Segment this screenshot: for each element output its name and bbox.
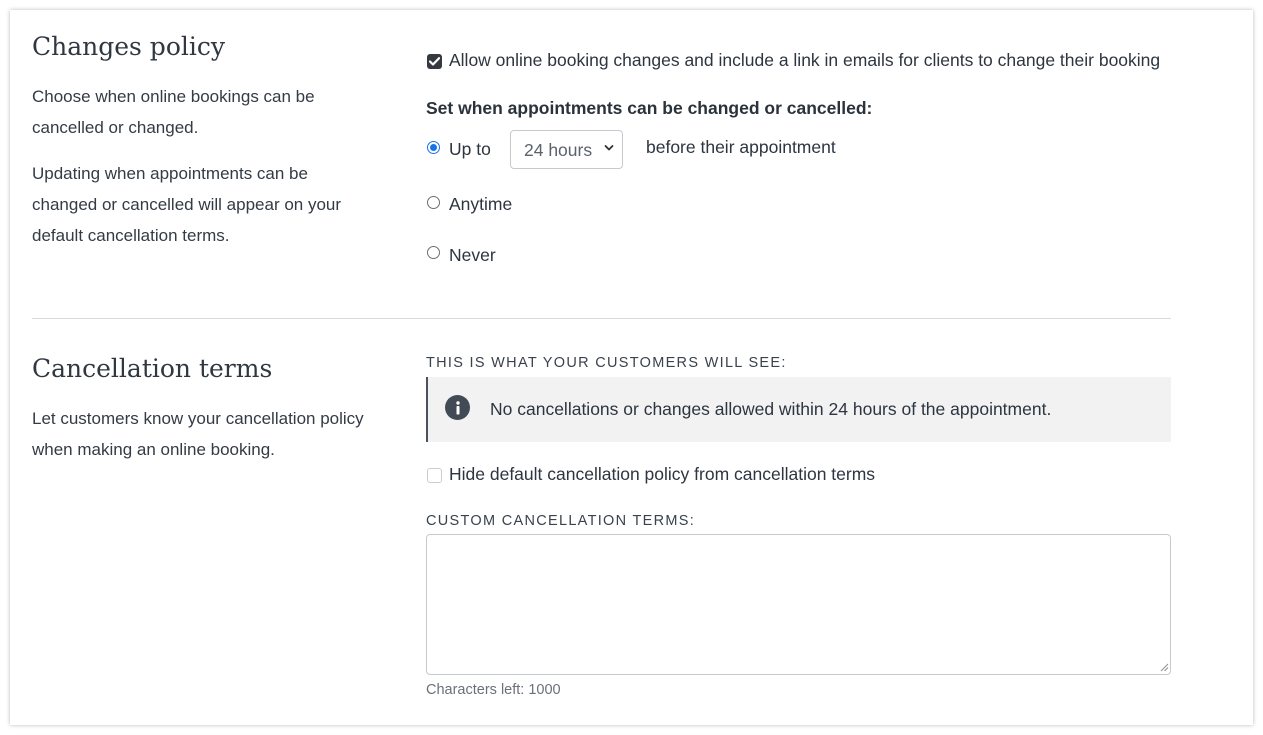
hide-default-policy-label: Hide default cancellation policy from ca…	[449, 464, 876, 484]
set-when-label: Set when appointments can be changed or …	[426, 98, 873, 118]
radio-up-to-label: Up to	[449, 139, 491, 159]
radio-never-label: Never	[449, 245, 496, 265]
chevron-down-icon	[604, 145, 614, 151]
custom-terms-textarea[interactable]	[426, 534, 1171, 675]
hours-select[interactable]: 24 hours	[510, 130, 623, 169]
section-divider	[32, 318, 1171, 319]
before-appointment-text: before their appointment	[646, 137, 836, 157]
cancellation-terms-title: Cancellation terms	[32, 354, 273, 383]
resize-grip-icon[interactable]	[1159, 662, 1169, 672]
radio-up-to[interactable]	[427, 141, 440, 154]
notice-text: No cancellations or changes allowed with…	[490, 399, 1052, 419]
characters-left: Characters left: 1000	[426, 682, 561, 698]
hours-select-value: 24 hours	[524, 140, 593, 160]
custom-terms-label: CUSTOM CANCELLATION TERMS:	[426, 513, 696, 529]
radio-anytime-label: Anytime	[449, 194, 513, 214]
cancellation-notice: No cancellations or changes allowed with…	[426, 377, 1171, 442]
settings-card: Changes policy Choose when online bookin…	[10, 10, 1253, 725]
allow-changes-label: Allow online booking changes and include…	[449, 50, 1161, 70]
info-icon	[445, 395, 470, 420]
allow-changes-checkbox[interactable]	[427, 54, 442, 69]
checkmark-icon	[429, 57, 440, 66]
changes-policy-description: Choose when online bookings can be cance…	[32, 87, 315, 137]
changes-policy-note: Updating when appointments can be change…	[32, 164, 342, 245]
cancellation-terms-description: Let customers know your cancellation pol…	[32, 409, 364, 459]
radio-never[interactable]	[427, 246, 440, 259]
radio-anytime[interactable]	[427, 196, 440, 209]
hide-default-policy-checkbox[interactable]	[427, 468, 442, 483]
customer-preview-label: THIS IS WHAT YOUR CUSTOMERS WILL SEE:	[426, 355, 787, 371]
changes-policy-title: Changes policy	[32, 32, 225, 61]
